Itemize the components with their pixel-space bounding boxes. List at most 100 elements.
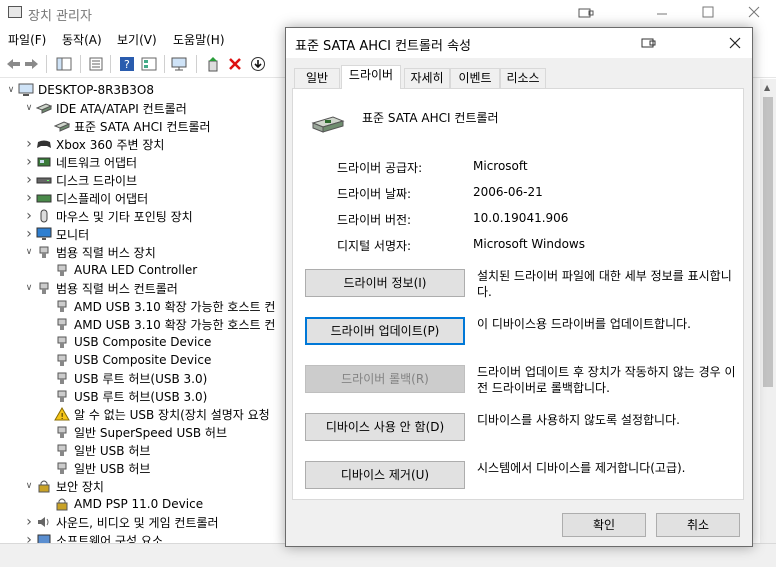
tree-item[interactable]: AMD USB 3.10 확장 가능한 호스트 컨 [42, 297, 275, 315]
help-icon[interactable]: ? [117, 54, 137, 74]
scroll-up-arrow-icon[interactable]: ▲ [764, 83, 770, 92]
tree-item[interactable]: › 네트워크 어댑터 [24, 153, 137, 171]
mouse-icon [36, 209, 52, 223]
restore-down-icon[interactable] [578, 7, 594, 19]
scan-hardware-icon[interactable] [170, 54, 190, 74]
menu-action[interactable]: 동작(A) [62, 31, 102, 48]
tree-item[interactable]: AMD PSP 11.0 Device [42, 495, 203, 513]
update-driver-icon[interactable] [203, 54, 223, 74]
chevron-right-icon[interactable]: › [24, 136, 34, 152]
tree-item[interactable]: 일반 USB 허브 [42, 459, 150, 477]
tree-item[interactable]: 표준 SATA AHCI 컨트롤러 [42, 117, 211, 135]
tree-item[interactable]: ∨ IDE ATA/ATAPI 컨트롤러 [24, 99, 187, 117]
driver-details-button[interactable]: 드라이버 정보(I) [305, 269, 465, 297]
cancel-button[interactable]: 취소 [656, 513, 740, 537]
tree-item[interactable]: ∨ 보안 장치 [24, 477, 104, 495]
warning-icon: ! [54, 407, 70, 421]
maximize-button[interactable] [702, 6, 714, 18]
dialog-close-icon[interactable] [729, 37, 741, 49]
properties-icon[interactable] [86, 54, 106, 74]
tree-item[interactable]: › 디스플레이 어댑터 [24, 189, 148, 207]
chevron-right-icon[interactable]: › [24, 514, 34, 530]
svg-text:?: ? [124, 58, 130, 71]
chevron-right-icon[interactable]: › [24, 172, 34, 188]
tree-item[interactable]: ∨ 범용 직렬 버스 컨트롤러 [24, 279, 178, 297]
uninstall-device-icon[interactable] [225, 54, 245, 74]
main-title-bar[interactable]: 장치 관리자 [0, 0, 776, 26]
chevron-right-icon[interactable]: › [24, 532, 34, 543]
usb-icon [54, 389, 70, 403]
sata-controller-icon [311, 113, 345, 135]
tree-item[interactable]: USB Composite Device [42, 351, 211, 369]
tree-item[interactable]: › 소프트웨어 구성 요소 [24, 531, 163, 543]
scroll-thumb[interactable] [763, 97, 773, 387]
tree-item[interactable]: › 모니터 [24, 225, 89, 243]
dialog-title: 표준 SATA AHCI 컨트롤러 속성 [295, 39, 471, 54]
chevron-right-icon[interactable]: › [24, 208, 34, 224]
action-description: 설치된 드라이버 파일에 대한 세부 정보를 표시합니다. [477, 269, 732, 299]
update-driver-button[interactable]: 드라이버 업데이트(P) [305, 317, 465, 345]
tree-item[interactable]: 일반 USB 허브 [42, 441, 150, 459]
ok-button[interactable]: 확인 [562, 513, 646, 537]
tree-item[interactable]: ! 알 수 없는 USB 장치(장치 설명자 요청 [42, 405, 270, 423]
minimize-button[interactable] [656, 6, 668, 20]
dialog-title-bar[interactable]: 표준 SATA AHCI 컨트롤러 속성 [286, 28, 752, 58]
tree-item-label: 범용 직렬 버스 컨트롤러 [56, 281, 178, 296]
menu-file[interactable]: 파일(F) [8, 31, 46, 48]
tree-item-label: 디스플레이 어댑터 [56, 191, 149, 206]
tab-details[interactable]: 자세히 [404, 68, 450, 88]
tab-resources[interactable]: 리소스 [500, 68, 546, 88]
usb-icon [36, 245, 52, 259]
svg-text:!: ! [61, 412, 64, 421]
disable-device-button[interactable]: 디바이스 사용 안 함(D) [305, 413, 465, 441]
chevron-right-icon[interactable]: › [24, 154, 34, 170]
software-component-icon [36, 533, 52, 543]
tree-item[interactable]: ∨ 범용 직렬 버스 장치 [24, 243, 156, 261]
vertical-scrollbar[interactable]: ▲ [760, 79, 776, 543]
computer-icon [18, 83, 34, 97]
back-arrow-icon[interactable] [3, 54, 23, 74]
close-button[interactable] [748, 6, 760, 18]
view-list-icon[interactable] [139, 54, 159, 74]
tree-item[interactable]: USB 루트 허브(USB 3.0) [42, 387, 207, 405]
action-description: 디바이스를 사용하지 않도록 설정합니다. [477, 413, 680, 427]
chevron-down-icon[interactable]: ∨ [24, 247, 34, 257]
tree-item[interactable]: AMD USB 3.10 확장 가능한 호스트 컨 [42, 315, 275, 333]
chevron-right-icon[interactable]: › [24, 190, 34, 206]
restore-window-icon[interactable] [641, 37, 657, 49]
disable-device-icon[interactable] [248, 54, 268, 74]
tree-item-label: USB 루트 허브(USB 3.0) [74, 389, 208, 404]
tree-item[interactable]: USB Composite Device [42, 333, 211, 351]
menu-view[interactable]: 보기(V) [117, 31, 157, 48]
uninstall-device-button[interactable]: 디바이스 제거(U) [305, 461, 465, 489]
tree-item-label: 표준 SATA AHCI 컨트롤러 [74, 119, 211, 134]
rollback-driver-button[interactable]: 드라이버 롤백(R) [305, 365, 465, 393]
tree-item[interactable]: USB 루트 허브(USB 3.0) [42, 369, 207, 387]
chevron-down-icon[interactable]: ∨ [6, 85, 16, 95]
tab-driver[interactable]: 드라이버 [341, 65, 401, 89]
tree-root[interactable]: ∨ DESKTOP-8R3B3O8 [6, 81, 154, 99]
forward-arrow-icon[interactable] [22, 54, 42, 74]
usb-icon [54, 299, 70, 313]
tree-item[interactable]: › 마우스 및 기타 포인팅 장치 [24, 207, 193, 225]
chevron-right-icon[interactable]: › [24, 226, 34, 242]
tree-item[interactable]: › 디스크 드라이브 [24, 171, 137, 189]
tab-events[interactable]: 이벤트 [450, 68, 500, 88]
device-manager-app-icon [8, 6, 22, 18]
tree-item-label: 보안 장치 [56, 479, 104, 494]
show-hide-console-tree-icon[interactable] [54, 54, 74, 74]
tree-item-label: USB Composite Device [74, 335, 212, 349]
network-adapter-icon [36, 155, 52, 169]
menu-help[interactable]: 도움말(H) [173, 31, 225, 48]
tree-item[interactable]: AURA LED Controller [42, 261, 197, 279]
chevron-down-icon[interactable]: ∨ [24, 283, 34, 293]
tree-item[interactable]: › Xbox 360 주변 장치 [24, 135, 164, 153]
action-description: 드라이버 업데이트 후 장치가 작동하지 않는 경우 이전 드라이버로 롤백합니… [477, 365, 736, 395]
tab-general[interactable]: 일반 [294, 68, 340, 88]
usb-icon [54, 461, 70, 475]
tree-item[interactable]: › 사운드, 비디오 및 게임 컨트롤러 [24, 513, 218, 531]
tree-item-label: 일반 SuperSpeed USB 허브 [74, 425, 228, 440]
chevron-down-icon[interactable]: ∨ [24, 481, 34, 491]
chevron-down-icon[interactable]: ∨ [24, 103, 34, 113]
tree-item[interactable]: 일반 SuperSpeed USB 허브 [42, 423, 227, 441]
